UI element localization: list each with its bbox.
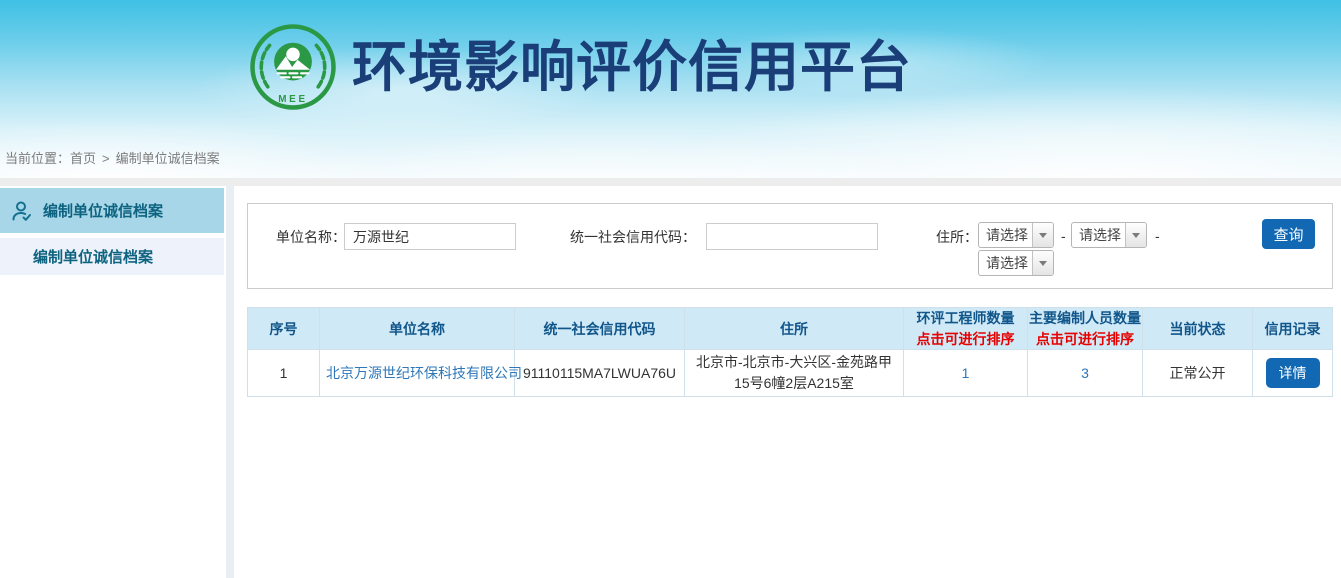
breadcrumb: 当前位置：首页 > 编制单位诚信档案 <box>5 148 220 167</box>
sidebar-item-label: 编制单位诚信档案 <box>33 246 153 267</box>
sidebar-content-divider <box>226 186 234 578</box>
city-select-value: 请选择 <box>1072 223 1125 247</box>
breadcrumb-current: 编制单位诚信档案 <box>116 151 220 166</box>
address-label: 住所： <box>936 223 978 251</box>
unit-name-label: 单位名称： <box>276 223 346 251</box>
staff-count-link[interactable]: 3 <box>1081 365 1089 381</box>
credit-record-cell: 详情 <box>1253 350 1333 397</box>
query-button[interactable]: 查询 <box>1262 219 1315 249</box>
status-cell: 正常公开 <box>1143 350 1253 397</box>
sort-hint: 点击可进行排序 <box>904 329 1027 349</box>
district-select-value: 请选择 <box>979 251 1032 275</box>
province-select[interactable]: 请选择 <box>978 222 1054 248</box>
col-unit-name: 单位名称 <box>320 308 515 350</box>
content: 编制单位诚信档案 编制单位诚信档案 单位名称： 统一社会信用代码： 住所： 请选… <box>0 186 1341 578</box>
col-credit-code: 统一社会信用代码 <box>515 308 685 350</box>
staff-count-cell: 3 <box>1028 350 1143 397</box>
sidebar-item-credit-archive-active[interactable]: 编制单位诚信档案 <box>0 188 224 233</box>
results-table: 序号 单位名称 统一社会信用代码 住所 环评工程师数量 点击可进行排序 主要编制… <box>247 307 1333 397</box>
col-address: 住所 <box>685 308 904 350</box>
credit-code-label: 统一社会信用代码： <box>570 223 696 251</box>
chevron-down-icon[interactable] <box>1125 223 1146 247</box>
address-cell: 北京市-北京市-大兴区-金苑路甲15号6幢2层A215室 <box>685 350 904 397</box>
page-title: 环境影响评价信用平台 <box>352 22 912 112</box>
search-form: 单位名称： 统一社会信用代码： 住所： 请选择 - 请选择 - 请选择 <box>247 203 1333 289</box>
chevron-down-icon[interactable] <box>1032 251 1053 275</box>
sidebar-item-label: 编制单位诚信档案 <box>43 200 163 221</box>
col-staff-count-sortable[interactable]: 主要编制人员数量 点击可进行排序 <box>1028 308 1143 350</box>
sidebar-item-credit-archive-sub[interactable]: 编制单位诚信档案 <box>0 238 224 275</box>
main-panel: 单位名称： 统一社会信用代码： 住所： 请选择 - 请选择 - 请选择 <box>234 186 1341 578</box>
col-credit-record: 信用记录 <box>1253 308 1333 350</box>
province-select-value: 请选择 <box>979 223 1032 247</box>
header-divider <box>0 178 1341 186</box>
user-check-icon <box>10 199 34 223</box>
engineer-count-link[interactable]: 1 <box>962 365 970 381</box>
engineer-count-cell: 1 <box>904 350 1028 397</box>
chevron-down-icon[interactable] <box>1032 223 1053 247</box>
breadcrumb-home-link[interactable]: 首页 <box>70 151 96 166</box>
detail-button[interactable]: 详情 <box>1266 358 1320 388</box>
district-select[interactable]: 请选择 <box>978 250 1054 276</box>
address-dash: - <box>1061 222 1066 250</box>
mee-logo-icon: MEE <box>248 22 338 112</box>
breadcrumb-separator: > <box>102 151 110 166</box>
brand: MEE 环境影响评价信用平台 <box>0 0 1341 112</box>
sort-hint: 点击可进行排序 <box>1028 329 1142 349</box>
site-header: MEE 环境影响评价信用平台 当前位置：首页 > 编制单位诚信档案 <box>0 0 1341 178</box>
unit-name-input[interactable] <box>344 223 516 250</box>
credit-code-input[interactable] <box>706 223 878 250</box>
svg-text:MEE: MEE <box>278 94 308 105</box>
table-row: 1 北京万源世纪环保科技有限公司 91110115MA7LWUA76U 北京市-… <box>248 350 1333 397</box>
credit-code-cell: 91110115MA7LWUA76U <box>515 350 685 397</box>
unit-name-cell: 北京万源世纪环保科技有限公司 <box>320 350 515 397</box>
col-status: 当前状态 <box>1143 308 1253 350</box>
sidebar: 编制单位诚信档案 编制单位诚信档案 <box>0 186 224 578</box>
col-engineer-count-sortable[interactable]: 环评工程师数量 点击可进行排序 <box>904 308 1028 350</box>
table-header-row: 序号 单位名称 统一社会信用代码 住所 环评工程师数量 点击可进行排序 主要编制… <box>248 308 1333 350</box>
breadcrumb-prefix: 当前位置： <box>5 151 70 166</box>
city-select[interactable]: 请选择 <box>1071 222 1147 248</box>
unit-name-link[interactable]: 北京万源世纪环保科技有限公司 <box>326 365 522 381</box>
address-dash: - <box>1155 222 1160 250</box>
page: MEE 环境影响评价信用平台 当前位置：首页 > 编制单位诚信档案 编制单位诚信档案… <box>0 0 1341 578</box>
row-index-cell: 1 <box>248 350 320 397</box>
col-index: 序号 <box>248 308 320 350</box>
